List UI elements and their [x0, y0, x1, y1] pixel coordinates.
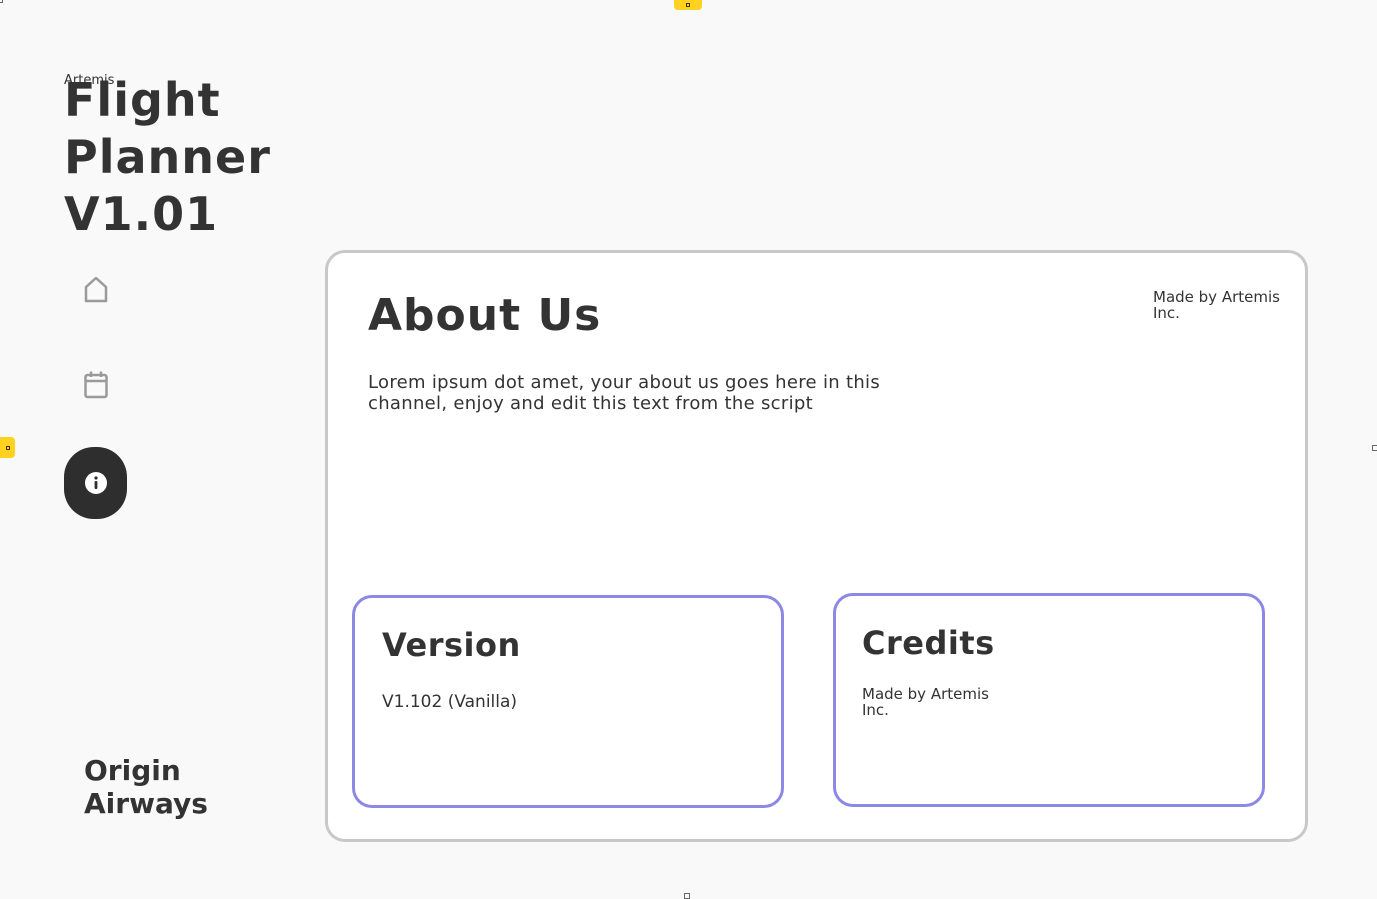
airline-name: Origin Airways — [84, 754, 208, 820]
info-icon — [84, 472, 107, 494]
nav-info-button[interactable] — [64, 447, 127, 519]
version-card-title: Version — [382, 626, 521, 664]
nav-home-button[interactable] — [64, 253, 127, 325]
selection-handle-right[interactable] — [1372, 445, 1377, 451]
selection-handle-bottom[interactable] — [684, 893, 690, 899]
page-title: About Us — [368, 290, 602, 341]
panel-credit-text: Made by Artemis Inc. — [1153, 288, 1280, 322]
version-value: V1.102 (Vanilla) — [382, 692, 518, 712]
credits-value: Made by Artemis Inc. — [862, 685, 989, 719]
selection-handle-left[interactable] — [0, 437, 15, 458]
credits-card-title: Credits — [862, 624, 995, 662]
calendar-icon — [83, 371, 108, 399]
about-description: Lorem ipsum dot amet, your about us goes… — [368, 372, 881, 414]
app-title: Flight Planner V1.01 — [64, 73, 271, 241]
credits-card: Credits Made by Artemis Inc. — [833, 593, 1265, 807]
selection-corner-top-left[interactable] — [0, 0, 3, 3]
home-icon — [84, 276, 107, 303]
version-card: Version V1.102 (Vanilla) — [352, 595, 784, 808]
nav-calendar-button[interactable] — [64, 349, 127, 421]
selection-handle-top[interactable] — [674, 0, 702, 10]
